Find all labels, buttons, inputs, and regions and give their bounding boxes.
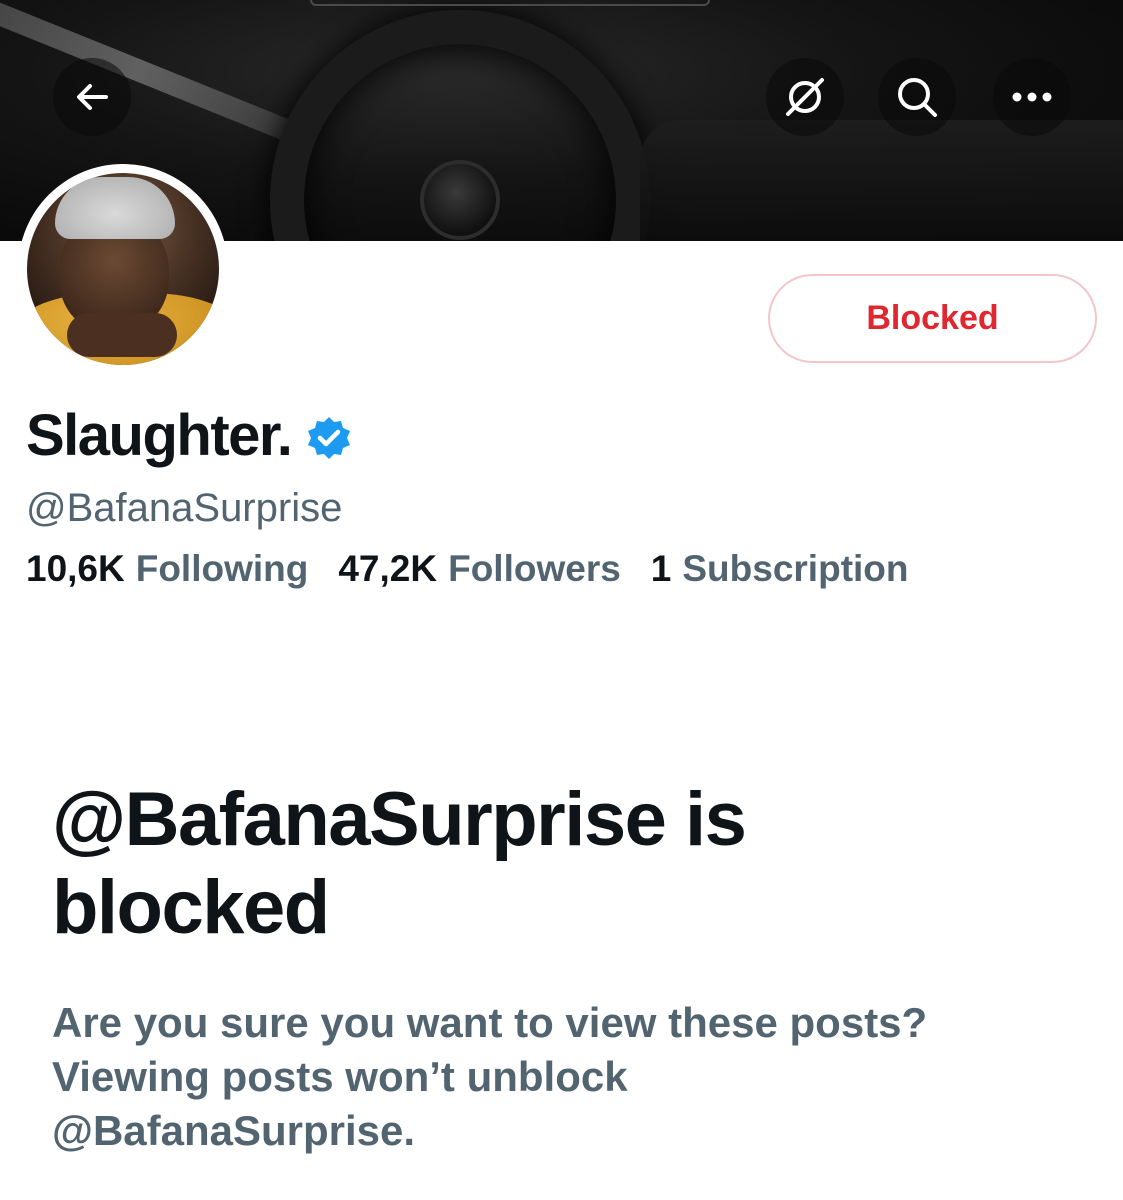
avatar-image <box>27 173 219 365</box>
back-arrow-icon <box>77 84 108 110</box>
following-count: 10,6K <box>26 548 125 589</box>
subscription-label: Subscription <box>682 548 909 589</box>
search-icon <box>898 78 937 117</box>
profile-page: Blocked Slaughter. @BafanaSurprise 10,6K… <box>0 0 1123 1200</box>
subscription-count: 1 <box>650 548 672 589</box>
followers-label: Followers <box>448 548 621 589</box>
search-button[interactable] <box>878 58 956 136</box>
more-button[interactable] <box>993 58 1071 136</box>
blocked-notice-line: Are you sure you want to view these post… <box>52 999 928 1046</box>
blocked-notice-line: @BafanaSurprise. <box>52 1107 416 1154</box>
banner-image-detail <box>0 0 312 149</box>
avatar[interactable] <box>18 164 228 374</box>
blocked-notice-body: Are you sure you want to view these post… <box>52 996 1052 1158</box>
following-stat[interactable]: 10,6K Following <box>26 548 308 590</box>
profile-stats: 10,6K Following 47,2K Followers 1 Subscr… <box>26 548 939 590</box>
back-button[interactable] <box>53 58 131 136</box>
subscription-stat[interactable]: 1 Subscription <box>651 548 909 590</box>
verified-badge-icon[interactable] <box>305 415 353 463</box>
blocked-notice-title: @BafanaSurprise is blocked <box>52 777 747 950</box>
more-icon <box>1012 92 1052 102</box>
banner-image-detail <box>640 120 1123 241</box>
display-name: Slaughter. <box>26 403 293 468</box>
grok-button[interactable] <box>766 58 844 136</box>
following-label: Following <box>135 548 309 589</box>
grok-icon <box>786 78 824 116</box>
banner-image-detail <box>420 160 500 240</box>
followers-count: 47,2K <box>338 548 438 589</box>
banner-image-detail <box>310 0 710 6</box>
display-name-row: Slaughter. <box>26 402 353 469</box>
blocked-button[interactable]: Blocked <box>768 274 1097 363</box>
profile-handle: @BafanaSurprise <box>26 486 343 530</box>
followers-stat[interactable]: 47,2K Followers <box>338 548 620 590</box>
blocked-notice-line: Viewing posts won’t unblock <box>52 1053 628 1100</box>
